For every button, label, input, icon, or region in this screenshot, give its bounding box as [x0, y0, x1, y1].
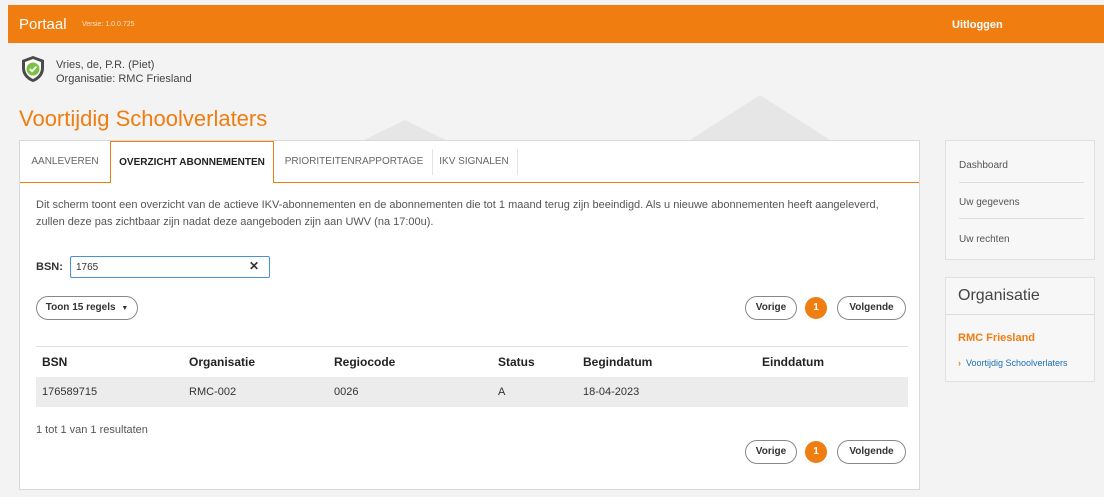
background-shape — [360, 120, 450, 142]
show-rows-label: Toon 15 regels — [45, 302, 116, 313]
user-organisation: Organisatie: RMC Friesland — [56, 73, 192, 85]
page-title: Voortijdig Schoolverlaters — [19, 106, 268, 131]
cell-status: A — [498, 386, 506, 398]
shield-check-icon — [22, 56, 44, 82]
cell-organisatie: RMC-002 — [189, 386, 237, 398]
next-page-button-top[interactable]: Volgende — [837, 296, 906, 320]
show-rows-dropdown[interactable]: Toon 15 regels ▼ — [36, 296, 138, 320]
sidebar-menu: Dashboard Uw gegevens Uw rechten — [945, 140, 1095, 260]
column-header[interactable]: BSN — [42, 355, 67, 369]
organisation-link[interactable]: › Voortijdig Schoolverlaters — [958, 358, 1068, 368]
main-panel: AANLEVEREN OVERZICHT ABONNEMENTEN PRIORI… — [19, 140, 920, 490]
column-header[interactable]: Status — [498, 355, 535, 369]
column-header[interactable]: Regiocode — [334, 355, 395, 369]
close-icon[interactable]: ✕ — [249, 259, 259, 273]
background-shape — [690, 95, 830, 140]
brand-link[interactable]: Portaal — [19, 16, 67, 33]
menu-divider — [959, 182, 1084, 183]
top-bar: Portaal Versie: 1.0.0.725 Uitloggen — [8, 5, 1104, 43]
prev-page-button-top[interactable]: Vorige — [745, 296, 797, 320]
tab-bar: AANLEVEREN OVERZICHT ABONNEMENTEN PRIORI… — [20, 141, 919, 183]
chevron-right-icon: › — [958, 358, 961, 368]
tab-ikv-signalen[interactable]: IKV SIGNALEN — [434, 141, 514, 182]
column-header[interactable]: Einddatum — [762, 355, 824, 369]
bsn-search-input[interactable] — [70, 256, 270, 278]
organisation-name: RMC Friesland — [958, 332, 1036, 344]
user-name: Vries, de, P.R. (Piet) — [56, 59, 155, 71]
column-header[interactable]: Begindatum — [583, 355, 652, 369]
table-row[interactable]: 176589715 RMC-002 0026 A 18-04-2023 — [36, 377, 908, 407]
caret-down-icon: ▼ — [121, 305, 129, 312]
logout-link[interactable]: Uitloggen — [952, 19, 1003, 31]
organisation-title: Organisatie — [958, 287, 1040, 304]
organisation-link-label: Voortijdig Schoolverlaters — [966, 358, 1068, 368]
next-page-button-bottom[interactable]: Volgende — [837, 440, 906, 464]
page-number-top[interactable]: 1 — [805, 297, 827, 319]
version-label: Versie: 1.0.0.725 — [82, 21, 135, 28]
tab-aanleveren[interactable]: AANLEVEREN — [20, 141, 110, 182]
sidebar-item-dashboard[interactable]: Dashboard — [959, 160, 1084, 171]
table-header: BSN Organisatie Regiocode Status Beginda… — [36, 346, 908, 375]
tab-overzicht-abonnementen[interactable]: OVERZICHT ABONNEMENTEN — [110, 141, 274, 183]
organisation-divider — [946, 314, 1094, 315]
page-number-bottom[interactable]: 1 — [805, 441, 827, 463]
cell-regiocode: 0026 — [334, 386, 359, 398]
organisation-box: Organisatie RMC Friesland › Voortijdig Sc… — [945, 277, 1095, 382]
cell-begindatum: 18-04-2023 — [583, 386, 640, 398]
result-count: 1 tot 1 van 1 resultaten — [36, 424, 148, 436]
bsn-label: BSN: — [36, 261, 63, 273]
page-description: Dit scherm toont een overzicht van de ac… — [36, 199, 879, 228]
sidebar-item-uw-rechten[interactable]: Uw rechten — [959, 234, 1084, 245]
tab-prioriteitenrapportage[interactable]: PRIORITEITENRAPPORTAGE — [278, 141, 430, 182]
menu-divider — [959, 218, 1084, 219]
tab-divider — [432, 149, 433, 175]
tab-divider — [517, 149, 518, 175]
column-header[interactable]: Organisatie — [189, 355, 255, 369]
cell-bsn: 176589715 — [42, 386, 98, 398]
prev-page-button-bottom[interactable]: Vorige — [745, 440, 797, 464]
sidebar-item-uw-gegevens[interactable]: Uw gegevens — [959, 197, 1084, 208]
